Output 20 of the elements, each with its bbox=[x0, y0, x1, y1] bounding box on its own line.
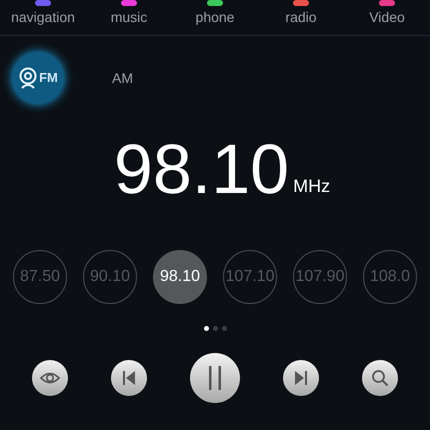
frequency-readout: 98.10 bbox=[114, 134, 290, 204]
preset-button[interactable]: 98.10 bbox=[153, 250, 207, 304]
app-tab[interactable]: Video bbox=[369, 8, 405, 26]
app-tab[interactable]: music bbox=[110, 8, 148, 26]
skip-forward-icon bbox=[294, 370, 308, 386]
view-button[interactable] bbox=[32, 360, 68, 396]
app-tab[interactable]: phone bbox=[196, 8, 234, 26]
app-tab[interactable]: radio bbox=[285, 8, 317, 26]
band-button[interactable]: FM bbox=[12, 52, 64, 104]
skip-back-icon bbox=[122, 370, 136, 386]
next-button[interactable] bbox=[283, 360, 320, 396]
pause-icon bbox=[208, 366, 222, 390]
search-button[interactable] bbox=[362, 360, 398, 396]
band-button[interactable]: AM bbox=[104, 64, 141, 92]
frequency-unit: MHz bbox=[293, 175, 330, 198]
app-tab[interactable]: navigation bbox=[11, 8, 75, 26]
webcam-icon bbox=[18, 67, 38, 89]
previous-button[interactable] bbox=[110, 360, 147, 396]
search-icon bbox=[371, 369, 390, 387]
eye-icon bbox=[40, 371, 60, 385]
